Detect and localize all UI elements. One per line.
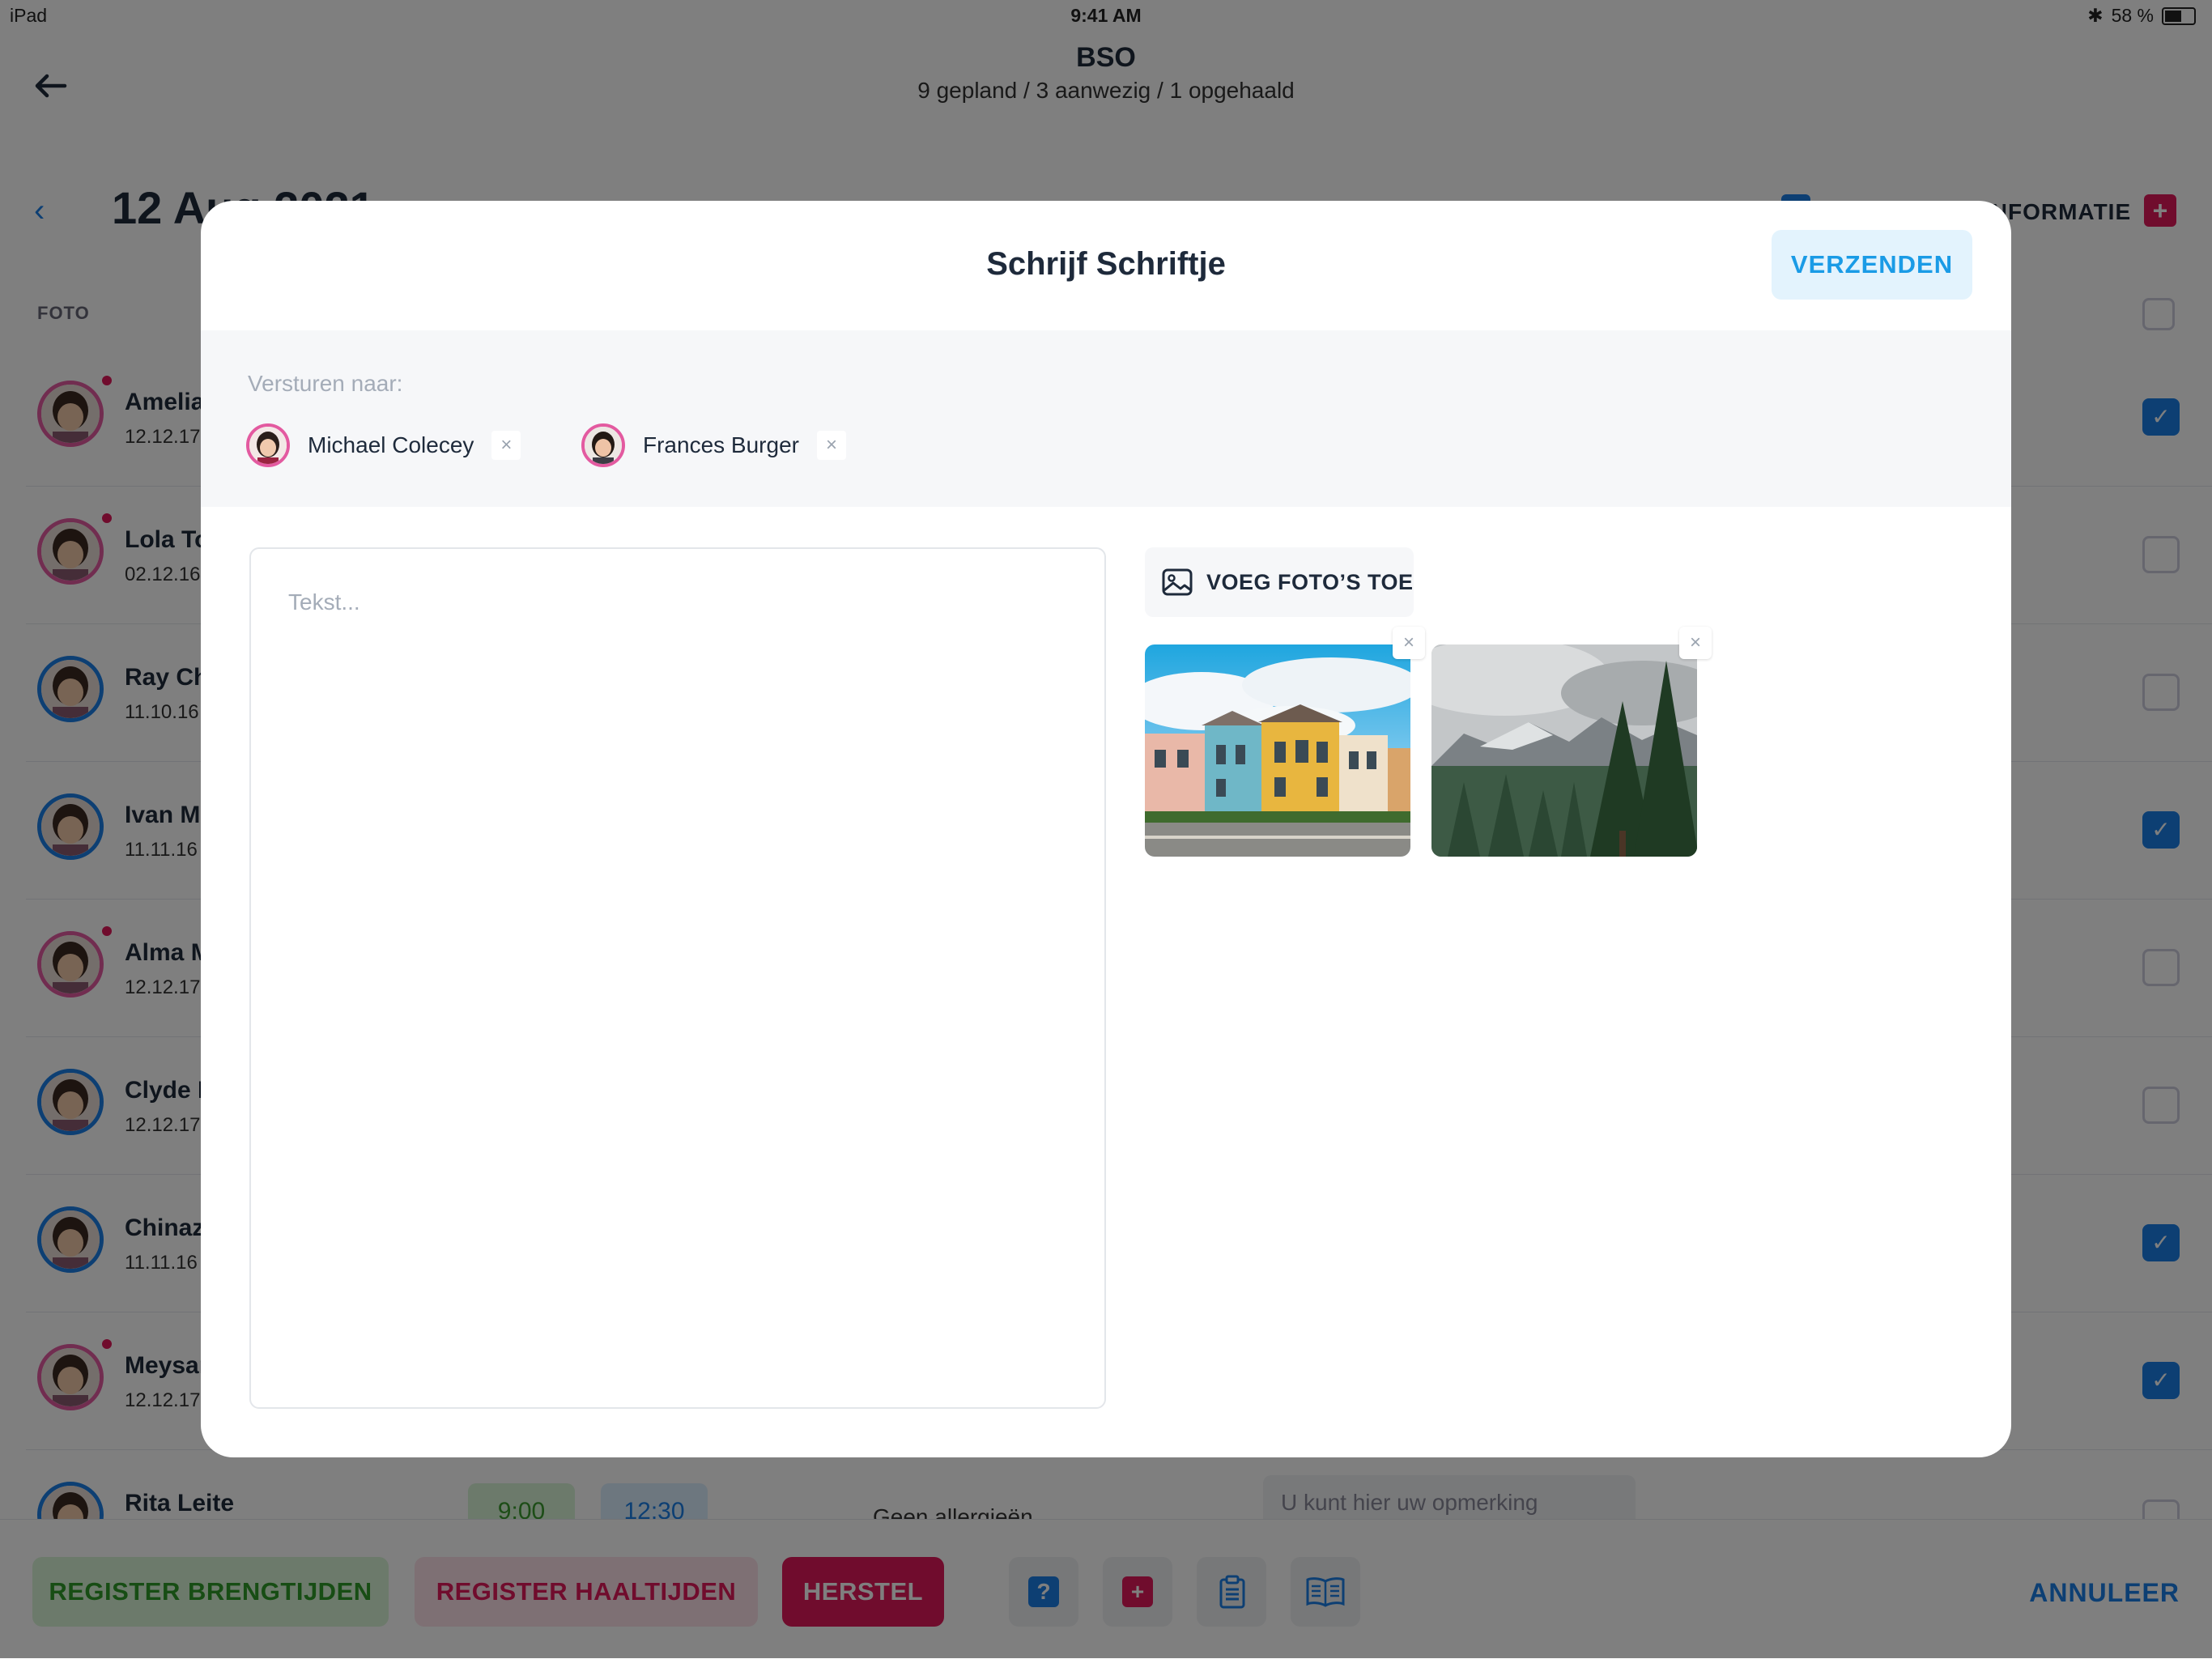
photo-thumbnail-houses[interactable] bbox=[1145, 644, 1410, 857]
remove-photo-close-icon[interactable]: × bbox=[1393, 627, 1425, 659]
write-note-modal: Schrijf Schriftje VERZENDEN Versturen na… bbox=[201, 201, 2011, 1457]
recipients-panel: Versturen naar: Michael Colecey × France… bbox=[201, 330, 2011, 507]
recipients-label: Versturen naar: bbox=[248, 371, 403, 396]
image-icon bbox=[1162, 568, 1193, 596]
remove-recipient-close-icon[interactable]: × bbox=[491, 431, 521, 460]
note-text-input[interactable] bbox=[249, 547, 1106, 1409]
recipient-chip: Michael Colecey × bbox=[246, 421, 521, 470]
add-photos-label: VOEG FOTO’S TOE bbox=[1206, 569, 1414, 594]
recipient-name: Michael Colecey bbox=[308, 432, 474, 457]
photo-thumbnail-mountains[interactable] bbox=[1431, 644, 1697, 857]
remove-recipient-close-icon[interactable]: × bbox=[816, 431, 846, 460]
send-button[interactable]: VERZENDEN bbox=[1772, 230, 1972, 300]
remove-photo-close-icon[interactable]: × bbox=[1679, 627, 1712, 659]
recipient-name: Frances Burger bbox=[643, 432, 799, 457]
recipient-avatar bbox=[581, 423, 625, 467]
modal-title: Schrijf Schriftje bbox=[986, 246, 1226, 282]
recipient-avatar bbox=[246, 423, 290, 467]
recipient-chip: Frances Burger × bbox=[581, 421, 846, 470]
add-photos-button[interactable]: VOEG FOTO’S TOE bbox=[1145, 547, 1414, 617]
